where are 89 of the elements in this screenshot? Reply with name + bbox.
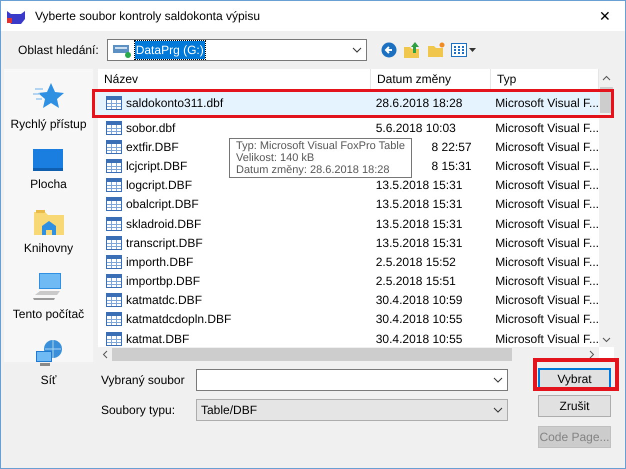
file-type: Microsoft Visual F... [494,234,599,252]
table-icon [106,197,122,212]
table-icon [106,158,122,173]
file-date: 2.5.2018 15:52 [376,254,456,269]
file-name[interactable]: lcjcript.DBF [126,156,188,175]
table-icon [106,178,122,192]
place-item[interactable]: Rychlý přístup [10,81,87,133]
table-icon [106,312,122,326]
window-title: Vyberte soubor kontroly saldokonta výpisu [35,8,260,25]
scroll-right-icon[interactable] [589,350,595,359]
horizontal-scrollbar[interactable] [98,347,599,362]
file-date: 30.4.2018 10:59 [376,293,462,308]
desktop-icon [33,149,64,171]
up-folder-icon[interactable] [402,41,421,59]
file-type: Microsoft Visual F... [494,330,599,347]
file-type-label: Soubory typu: [101,402,176,419]
folder-icon [34,209,64,235]
place-item[interactable]: Knihovny [24,209,74,257]
network-icon [34,339,64,367]
file-date: 5.6.2018 10:03 [376,120,456,135]
table-icon [106,140,122,154]
close-button[interactable]: ✕ [585,1,625,31]
table-icon [106,236,122,250]
column-header[interactable]: Datum změny [371,69,491,91]
new-folder-icon[interactable] [426,42,445,58]
computer-icon [33,273,64,301]
scroll-thumb[interactable] [112,348,512,361]
file-name[interactable]: obalcript.DBF [126,195,199,214]
file-date: 13.5.2018 15:31 [376,236,462,250]
file-date: 13.5.2018 15:31 [376,197,462,212]
table-icon [106,96,122,110]
place-item[interactable]: Síť [34,339,64,389]
file-name-field[interactable] [196,369,508,391]
file-name[interactable]: sobor.dbf [126,118,176,137]
file-type: Microsoft Visual F... [494,177,599,194]
file-date: 13.5.2018 15:31 [376,216,462,231]
scroll-up-icon[interactable] [602,75,611,81]
look-in-value: DataPrg (G:) [134,41,205,59]
look-in-label: Oblast hledání: [18,42,99,59]
view-menu-icon[interactable] [450,43,476,57]
file-name[interactable]: importh.DBF [126,252,194,271]
file-type: Microsoft Visual F... [494,254,599,271]
drive-icon [112,42,132,58]
table-icon [106,332,122,346]
file-date: 8 22:57 [432,140,472,154]
table-icon [106,293,122,308]
file-name[interactable]: katmatdcdopln.DBF [126,310,232,328]
tooltip-line: Typ: Microsoft Visual FoxPro Table [236,140,405,152]
table-icon [106,254,122,269]
table-icon [106,216,122,231]
file-type: Microsoft Visual F... [494,138,599,156]
file-date: 8 15:31 [432,158,472,173]
file-name[interactable]: extfir.DBF [126,138,179,156]
file-name[interactable]: skladroid.DBF [126,214,202,233]
file-date: 13.5.2018 15:31 [376,178,462,192]
file-type-dropdown[interactable]: Table/DBF [196,399,508,421]
app-icon [7,8,25,24]
file-date: 2.5.2018 15:51 [376,274,456,288]
file-date: 30.4.2018 10:55 [376,332,462,346]
file-name-label: Vybraný soubor [101,372,186,389]
table-icon [106,274,122,288]
place-item[interactable]: Tento počítač [12,273,84,323]
file-date: 28.6.2018 18:28 [376,96,462,110]
file-name[interactable]: logcript.DBF [126,176,192,194]
table-icon [106,120,122,135]
file-type: Microsoft Visual F... [494,158,599,175]
file-name[interactable]: importbp.DBF [126,272,200,290]
file-type: Microsoft Visual F... [494,216,599,233]
file-name[interactable]: transcript.DBF [126,234,203,252]
tooltip-line: Velikost: 140 kB [236,152,316,164]
file-name[interactable]: saldokonto311.dbf [126,94,224,112]
file-type: Microsoft Visual F... [494,196,599,214]
tooltip-line: Datum změny: 28.6.2018 18:28 [236,164,390,176]
file-type: Microsoft Visual F... [494,120,599,137]
file-type: Microsoft Visual F... [494,273,599,290]
file-type: Microsoft Visual F... [494,95,599,112]
scroll-left-icon[interactable] [102,350,108,359]
place-item[interactable]: Plocha [30,149,67,193]
star-icon [32,81,64,111]
file-name[interactable]: katmat.DBF [126,330,190,347]
file-date: 30.4.2018 10:55 [376,312,462,326]
file-type: Microsoft Visual F... [494,292,599,310]
back-icon[interactable] [380,42,397,58]
dialog-button[interactable]: Zrušit [538,395,611,417]
scroll-down-icon[interactable] [602,337,611,343]
file-name[interactable]: katmatdc.DBF [126,291,202,310]
file-type: Microsoft Visual F... [494,311,599,328]
look-in-dropdown[interactable]: DataPrg (G:) [106,39,367,61]
column-header[interactable]: Název [98,69,371,91]
